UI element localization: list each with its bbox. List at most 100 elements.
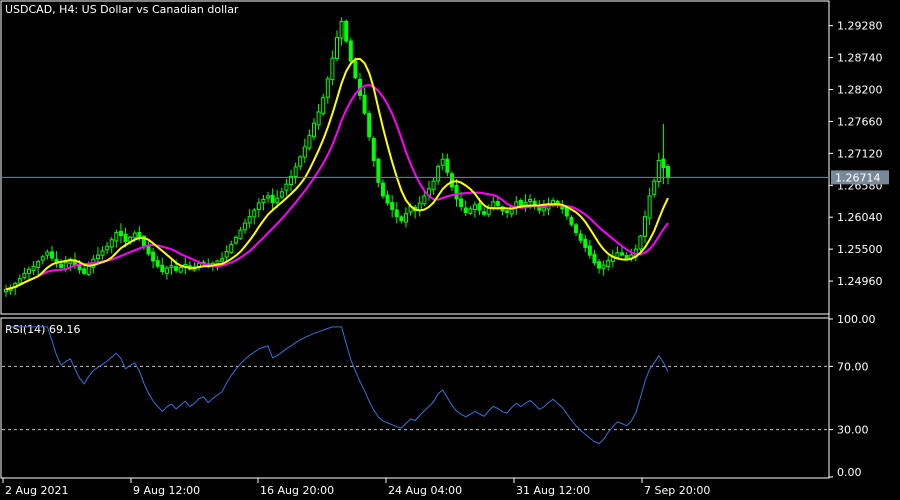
time-axis-tick-label: 7 Sep 20:00: [644, 484, 710, 497]
candle-body: [344, 20, 349, 42]
candle-body: [325, 78, 330, 98]
time-axis-tick-label: 16 Aug 20:00: [260, 484, 334, 497]
price-axis-tick-label: 1.29280: [837, 20, 883, 33]
candle-body: [330, 57, 335, 81]
candle-body: [316, 111, 321, 126]
candle-body: [307, 135, 312, 149]
candle-body: [477, 203, 482, 211]
price-axis-tick-label: 1.27120: [837, 147, 883, 160]
candle-body: [592, 253, 597, 264]
candle-body: [132, 232, 137, 239]
candle-body: [587, 245, 592, 256]
time-axis-tick-label: 2 Aug 2021: [5, 484, 68, 497]
candle-body: [105, 245, 110, 251]
candle-body: [624, 254, 629, 259]
candle-body: [77, 264, 82, 271]
rsi-panel-frame: [0, 317, 830, 479]
candle-body: [390, 202, 395, 211]
candle-body: [49, 251, 54, 259]
candle-body: [459, 198, 464, 208]
candle-body: [445, 158, 450, 173]
candle-body: [454, 185, 459, 200]
candle-body: [472, 204, 477, 210]
candle-body: [298, 156, 303, 167]
candle-body: [505, 210, 510, 213]
trading-chart-window[interactable]: USDCAD, H4: US Dollar vs Canadian dollar…: [0, 0, 900, 500]
candle-body: [123, 233, 128, 242]
candle-body: [252, 209, 257, 218]
candle-body: [293, 166, 298, 177]
rsi-series: [6, 326, 669, 445]
chart-canvas[interactable]: USDCAD, H4: US Dollar vs Canadian dollar…: [0, 0, 900, 500]
price-axis-tick-label: 1.28740: [837, 52, 883, 65]
candle-body: [656, 159, 661, 183]
price-axis-tick-label: 1.26040: [837, 211, 883, 224]
candle-body: [431, 180, 436, 190]
candle-body: [422, 195, 427, 205]
candle-body: [86, 265, 91, 275]
candle-body: [601, 264, 606, 269]
candle-body: [109, 239, 114, 248]
candle-body: [224, 251, 229, 258]
candle-body: [436, 165, 441, 182]
candle-body: [643, 216, 648, 237]
rsi-axis-tick-label: 70.00: [837, 360, 869, 373]
candle-body: [169, 265, 174, 268]
time-axis: 2 Aug 2021 9 Aug 12:00 16 Aug 20:00 24 Aug …: [2, 478, 710, 497]
candle-body: [367, 112, 372, 138]
candle-body: [302, 146, 307, 158]
candle-body: [380, 182, 385, 197]
candle-body: [353, 60, 358, 79]
candle-body: [164, 267, 169, 274]
candle-body: [266, 195, 271, 199]
candle-body: [270, 194, 275, 203]
price-axis: 1.292801.287401.282001.276601.271201.265…: [829, 20, 883, 288]
candle-body: [569, 217, 574, 225]
candle-body: [528, 198, 533, 203]
candle-body: [17, 278, 22, 284]
candle-body: [155, 260, 160, 267]
candle-body: [518, 200, 523, 207]
candle-body: [238, 229, 243, 239]
ma-slow-line: [5, 83, 669, 291]
candle-body: [31, 265, 36, 271]
candle-body: [371, 137, 376, 161]
rsi-axis-tick-label: 100.00: [837, 313, 876, 326]
candle-body: [449, 173, 454, 188]
price-panel-frame: [0, 0, 830, 315]
candle-body: [178, 266, 183, 273]
candle-body: [82, 268, 87, 274]
candle-body: [215, 260, 220, 265]
candle-body: [597, 261, 602, 269]
candle-body: [578, 233, 583, 241]
candle-body: [541, 207, 546, 212]
candle-body: [261, 198, 266, 203]
candle-body: [399, 216, 404, 222]
candle-body: [321, 97, 326, 115]
candle-body: [482, 211, 487, 215]
candle-body: [26, 268, 31, 274]
candle-body: [95, 254, 100, 260]
rsi-label: RSI(14) 69.16: [5, 323, 80, 336]
candle-body: [394, 209, 399, 218]
candle-body: [666, 166, 670, 179]
candle-body: [45, 251, 50, 256]
candle-body: [468, 208, 473, 214]
candle-body: [620, 252, 625, 256]
candle-body: [284, 183, 289, 191]
price-axis-tick-label: 1.24960: [837, 275, 883, 288]
candle-body: [348, 40, 353, 62]
ma-fast-line: [5, 57, 669, 291]
candle-body: [440, 158, 445, 166]
candle-body: [335, 36, 339, 60]
candle-body: [118, 230, 123, 237]
candle-body: [647, 195, 652, 219]
rsi-axis: 100.00 70.00 30.00 0.00: [829, 313, 876, 479]
candle-body: [523, 201, 528, 206]
price-axis-tick-label: 1.28200: [837, 84, 883, 97]
candle-body: [151, 251, 156, 262]
current-price-label: 1.26714: [835, 171, 881, 184]
candle-body: [403, 213, 408, 223]
rsi-axis-tick-label: 0.00: [837, 466, 862, 479]
candle-body: [233, 236, 238, 244]
